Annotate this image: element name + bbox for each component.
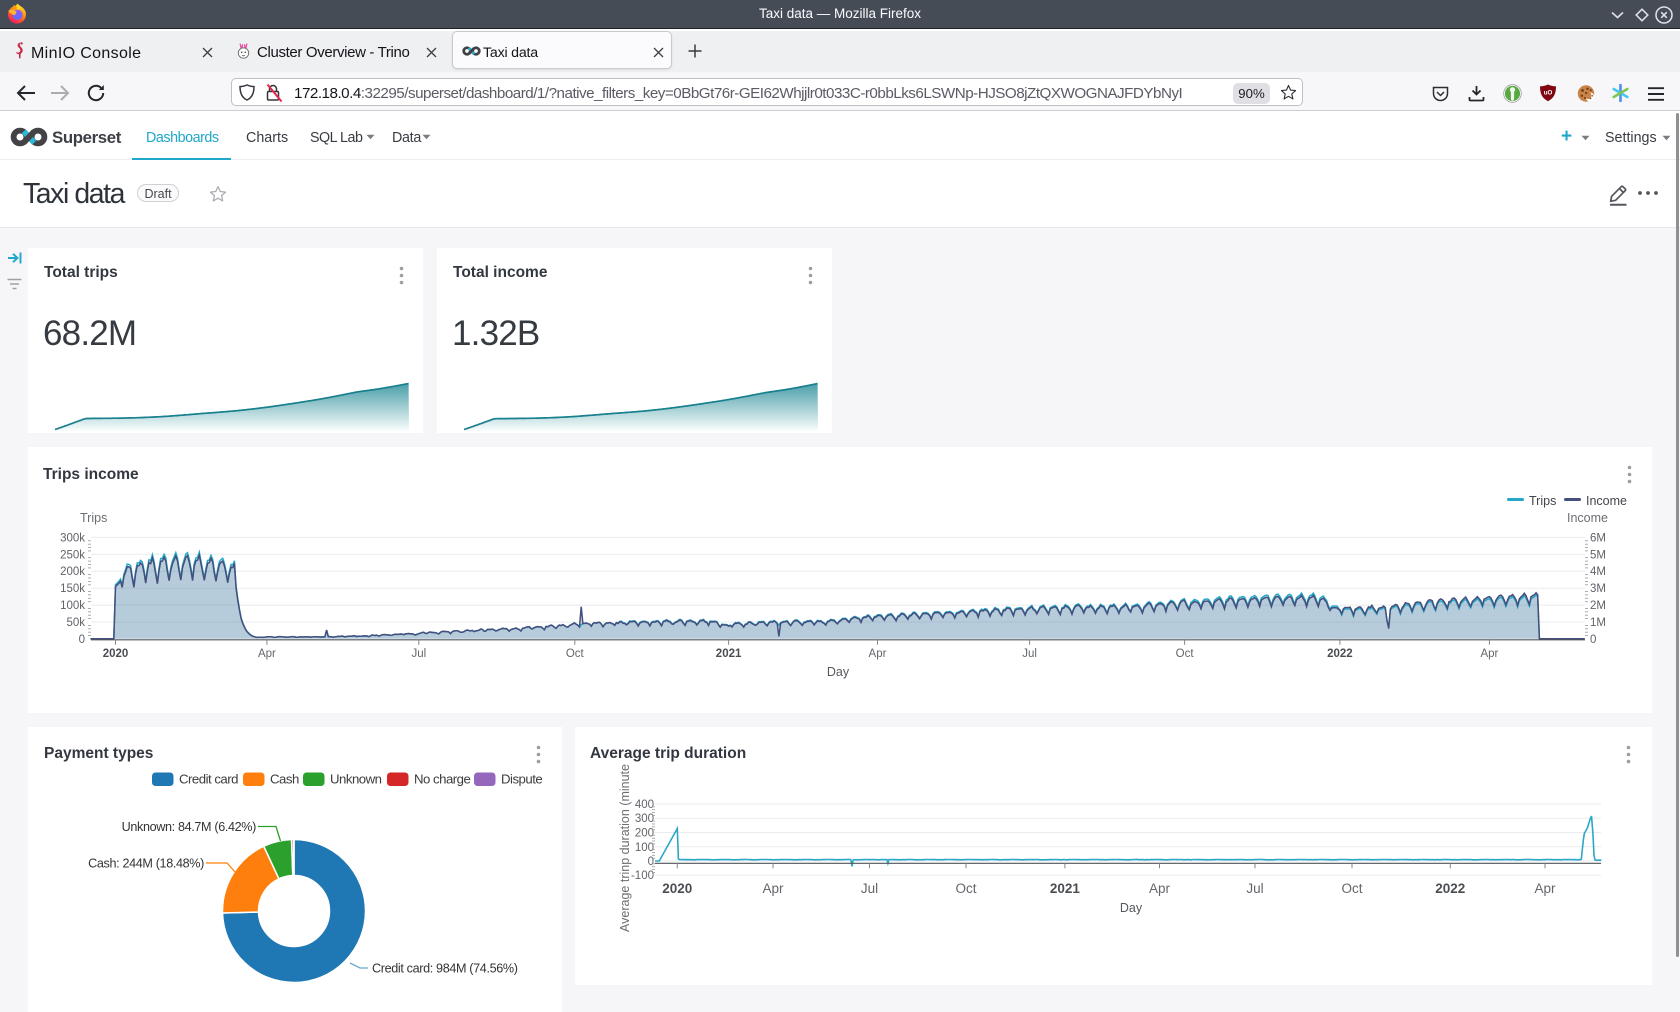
svg-text:Unknown: Unknown [330,772,382,787]
svg-text:-100: -100 [631,870,654,882]
svg-text:2M: 2M [1590,600,1606,612]
svg-text:Day: Day [1120,901,1143,915]
svg-text:Credit card: 984M (74.56%): Credit card: 984M (74.56%) [372,962,518,976]
svg-text:Apr: Apr [1149,881,1171,896]
svg-text:Apr: Apr [869,648,887,660]
svg-text:2020: 2020 [103,648,129,660]
svg-text:200: 200 [635,828,654,840]
svg-text:Cash: Cash [270,772,299,787]
svg-text:Oct: Oct [1176,648,1195,660]
svg-text:Credit card: Credit card [179,772,238,787]
svg-text:Trips: Trips [1529,494,1556,508]
svg-text:150k: 150k [60,583,85,595]
svg-text:Cash: 244M (18.48%): Cash: 244M (18.48%) [88,857,204,871]
svg-text:Jul: Jul [861,881,878,896]
svg-text:2022: 2022 [1327,648,1353,660]
svg-text:50k: 50k [66,617,85,629]
svg-text:Unknown: 84.7M (6.42%): Unknown: 84.7M (6.42%) [122,820,257,834]
svg-text:0: 0 [648,856,654,868]
svg-text:Trips: Trips [80,511,107,525]
svg-text:0: 0 [79,634,85,646]
svg-text:100k: 100k [60,600,85,612]
svg-text:3M: 3M [1590,583,1606,595]
svg-text:Apr: Apr [1480,648,1498,660]
svg-text:Apr: Apr [762,881,784,896]
svg-text:200k: 200k [60,566,85,578]
svg-text:Oct: Oct [1341,881,1362,896]
svg-text:0: 0 [1590,634,1596,646]
svg-text:Apr: Apr [258,648,276,660]
svg-text:No charge: No charge [414,772,471,787]
svg-text:Jul: Jul [1246,881,1263,896]
svg-text:5M: 5M [1590,549,1606,561]
svg-text:250k: 250k [60,549,85,561]
svg-text:4M: 4M [1590,566,1606,578]
svg-text:2021: 2021 [1050,881,1081,896]
svg-text:400: 400 [635,799,654,811]
svg-text:Income: Income [1586,494,1627,508]
svg-text:Income: Income [1567,511,1608,525]
svg-text:300k: 300k [60,532,85,544]
svg-text:100: 100 [635,842,654,854]
svg-text:300: 300 [635,813,654,825]
svg-text:1M: 1M [1590,617,1606,629]
svg-text:2021: 2021 [716,648,742,660]
svg-text:Dispute: Dispute [501,772,542,787]
svg-text:uO: uO [1544,90,1553,97]
svg-text:Average trinp duration (minute: Average trinp duration (minute [618,764,632,932]
svg-text:Oct: Oct [566,648,585,660]
svg-text:2022: 2022 [1435,881,1465,896]
svg-text:2020: 2020 [662,881,692,896]
svg-text:6M: 6M [1590,532,1606,544]
svg-text:Jul: Jul [1022,648,1037,660]
svg-text:Apr: Apr [1534,881,1556,896]
svg-text:Jul: Jul [411,648,426,660]
svg-text:Oct: Oct [955,881,976,896]
svg-text:Day: Day [827,665,850,679]
